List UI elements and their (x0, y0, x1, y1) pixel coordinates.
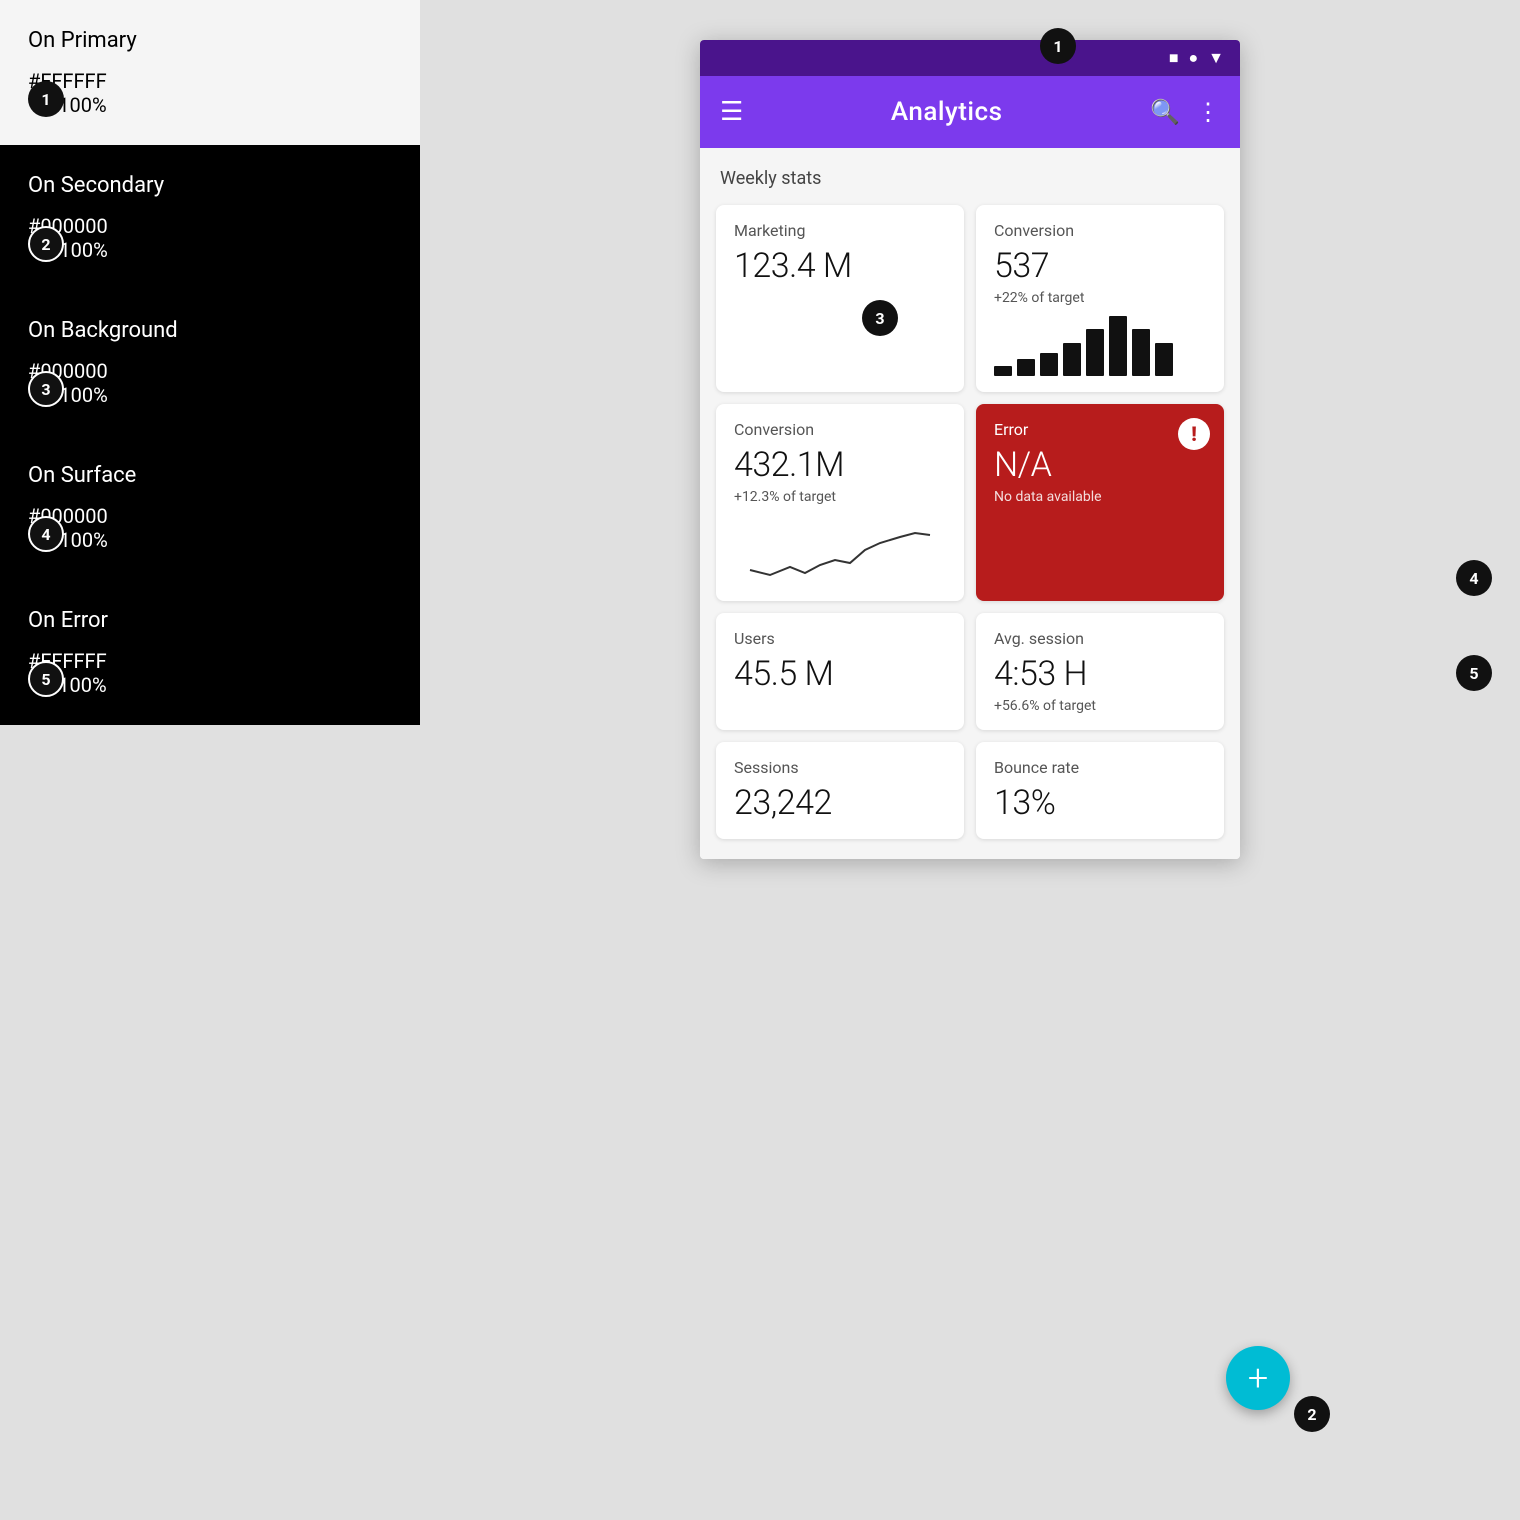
conversion-left-target: +12.3% of target (734, 489, 946, 505)
content-area: Weekly stats Marketing 123.4 M Conversio… (700, 148, 1240, 859)
bar (1086, 329, 1104, 376)
error-badge: ! (1178, 418, 1210, 450)
conversion-left-label: Conversion (734, 420, 946, 439)
sessions-label: Sessions (734, 758, 946, 777)
on-background-section: On Background 3 #000000 100% (0, 290, 420, 435)
conversion-right-label: Conversion (994, 221, 1206, 240)
bounce-rate-value: 13% (994, 783, 1206, 823)
users-label: Users (734, 629, 946, 648)
annotation-badge-4: 4 (28, 516, 64, 552)
error-label: Error (994, 420, 1206, 439)
conversion-right-target: +22% of target (994, 290, 1206, 306)
app-bar-icons: 🔍 ⋮ (1150, 98, 1220, 126)
marketing-label: Marketing (734, 221, 946, 240)
annotation-3: 3 (862, 300, 898, 336)
search-icon[interactable]: 🔍 (1150, 98, 1180, 126)
weekly-stats-label: Weekly stats (716, 168, 1224, 189)
app-bar: ☰ Analytics 🔍 ⋮ (700, 76, 1240, 148)
on-error-title: On Error (28, 608, 392, 633)
on-surface-section: On Surface 4 #000000 100% (0, 435, 420, 580)
left-panel: On Primary 1 #FFFFFF 100% On Secondary 2… (0, 0, 420, 1520)
bar (1063, 343, 1081, 376)
avg-session-value: 4:53 H (994, 654, 1206, 694)
users-card: Users 45.5 M (716, 613, 964, 730)
on-primary-section: On Primary 1 #FFFFFF 100% (0, 0, 420, 145)
on-secondary-title: On Secondary (28, 173, 392, 198)
bar (1017, 359, 1035, 376)
bounce-rate-label: Bounce rate (994, 758, 1206, 777)
annotation-badge-3: 3 (28, 371, 64, 407)
avg-session-card: Avg. session 4:53 H +56.6% of target (976, 613, 1224, 730)
annotation-2: 2 (1294, 1396, 1330, 1432)
error-badge-icon: ! (1191, 422, 1197, 446)
conversion-right-card: Conversion 537 +22% of target (976, 205, 1224, 392)
right-panel: 1 ■ ● ▼ ☰ Analytics 🔍 ⋮ Weekly stats (420, 0, 1520, 1520)
menu-icon[interactable]: ☰ (720, 97, 743, 127)
bar-chart (994, 316, 1206, 376)
sessions-value: 23,242 (734, 783, 946, 823)
status-bar: ■ ● ▼ (700, 40, 1240, 76)
annotation-badge-2: 2 (28, 226, 64, 262)
conversion-left-value: 432.1M (734, 445, 946, 485)
error-sub: No data available (994, 489, 1206, 505)
status-icon-3: ▼ (1208, 48, 1224, 68)
annotation-badge-1: 1 (28, 81, 64, 117)
marketing-card: Marketing 123.4 M (716, 205, 964, 392)
bar (1155, 343, 1173, 376)
bar (1040, 353, 1058, 376)
more-icon[interactable]: ⋮ (1196, 98, 1220, 126)
on-background-title: On Background (28, 318, 392, 343)
annotation-1: 1 (1040, 28, 1076, 64)
status-icon-2: ● (1188, 48, 1198, 68)
bar (1109, 316, 1127, 376)
stats-grid: Marketing 123.4 M Conversion 537 +22% of… (716, 205, 1224, 839)
on-error-section: On Error 5 #FFFFFF 100% (0, 580, 420, 725)
fab-icon: + (1248, 1357, 1268, 1399)
on-secondary-section: On Secondary 2 #000000 100% (0, 145, 420, 290)
bar (994, 366, 1012, 376)
line-chart (734, 515, 946, 585)
on-primary-title: On Primary (28, 28, 392, 53)
app-title: Analytics (763, 97, 1130, 127)
error-card: Error N/A No data available ! (976, 404, 1224, 601)
on-surface-title: On Surface (28, 463, 392, 488)
sessions-card: Sessions 23,242 (716, 742, 964, 839)
error-value: N/A (994, 445, 1206, 485)
avg-session-label: Avg. session (994, 629, 1206, 648)
status-icon-1: ■ (1169, 48, 1179, 68)
phone-container: ■ ● ▼ ☰ Analytics 🔍 ⋮ Weekly stats Marke… (700, 40, 1240, 859)
conversion-left-card: Conversion 432.1M +12.3% of target (716, 404, 964, 601)
conversion-right-value: 537 (994, 246, 1206, 286)
bounce-rate-card: Bounce rate 13% (976, 742, 1224, 839)
bar (1132, 329, 1150, 376)
annotation-4: 4 (1456, 560, 1492, 596)
fab-button[interactable]: + (1226, 1346, 1290, 1410)
annotation-5: 5 (1456, 655, 1492, 691)
annotation-badge-5: 5 (28, 661, 64, 697)
users-value: 45.5 M (734, 654, 946, 694)
marketing-value: 123.4 M (734, 246, 946, 286)
avg-session-target: +56.6% of target (994, 698, 1206, 714)
